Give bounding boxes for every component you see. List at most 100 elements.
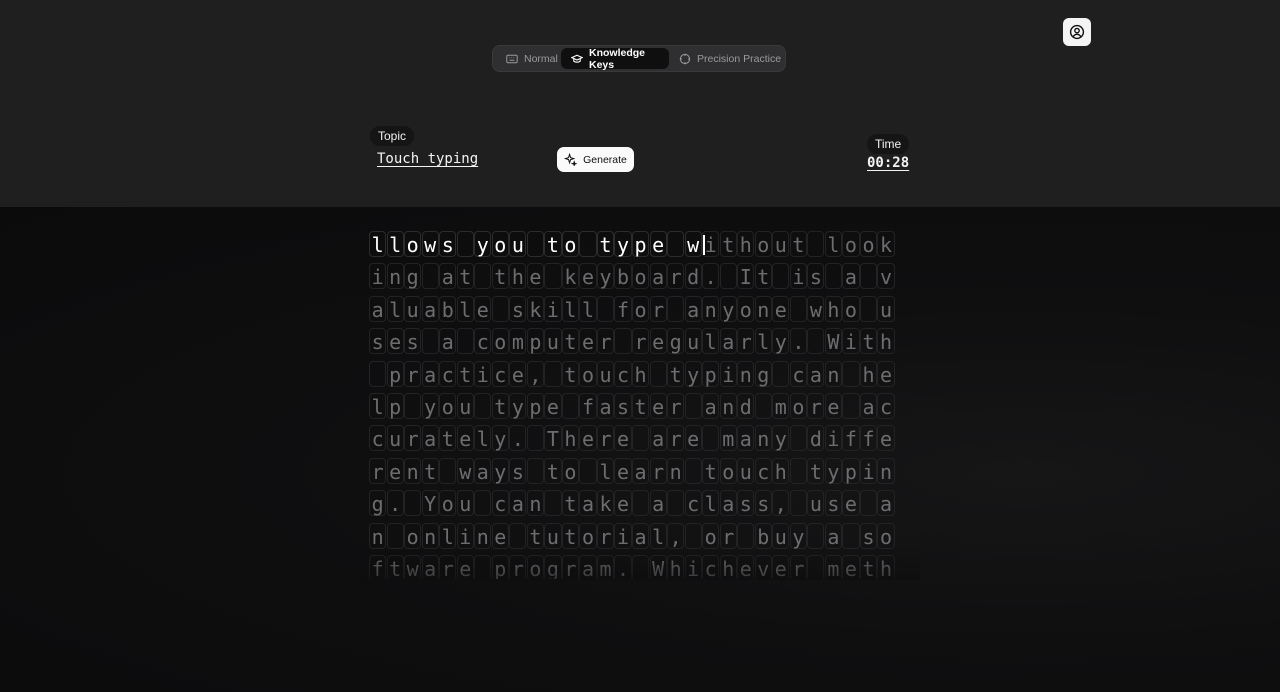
user-circle-icon xyxy=(1069,24,1085,40)
typing-char xyxy=(789,490,807,517)
typing-char: h xyxy=(719,554,737,579)
mode-precision-practice-label: Precision Practice xyxy=(697,52,782,65)
typing-char: i xyxy=(859,457,878,484)
typing-char: i xyxy=(719,360,737,387)
typing-char: p xyxy=(526,328,544,355)
typing-char: n xyxy=(386,263,404,290)
typing-char xyxy=(421,328,439,355)
typing-char: u xyxy=(684,328,702,355)
typing-char: . xyxy=(789,328,807,355)
typing-char: i xyxy=(456,522,474,549)
typing-char: a xyxy=(439,263,457,290)
typing-char: w xyxy=(807,295,825,322)
typing-char: g xyxy=(544,554,562,579)
typing-char: n xyxy=(877,457,895,484)
typing-char: , xyxy=(772,490,790,517)
typing-char: r xyxy=(649,457,667,484)
mode-precision-practice-tab[interactable]: Precision Practice xyxy=(669,48,783,69)
typing-char: u xyxy=(544,328,562,355)
typing-char: r xyxy=(719,522,737,549)
typing-char xyxy=(544,263,562,290)
mode-normal-tab[interactable]: Normal xyxy=(496,48,562,69)
typing-char: t xyxy=(631,392,650,419)
typing-char: l xyxy=(369,392,387,419)
typing-text-area[interactable]: llows you to type without looking at the… xyxy=(369,231,899,579)
typing-char xyxy=(684,522,702,549)
typing-char: t xyxy=(561,360,580,387)
typing-char: o xyxy=(842,295,860,322)
mode-knowledge-keys-tab[interactable]: Knowledge Keys xyxy=(561,47,669,71)
mode-normal-label: Normal xyxy=(524,52,558,65)
typing-char: s xyxy=(737,490,755,517)
typing-char: n xyxy=(474,522,492,549)
typing-char xyxy=(772,263,790,290)
typing-char: l xyxy=(649,522,667,549)
typing-char: t xyxy=(859,328,878,355)
typing-char: c xyxy=(614,360,632,387)
typing-char: t xyxy=(456,263,474,290)
typing-char: n xyxy=(702,295,720,322)
generate-button[interactable]: Generate xyxy=(557,147,634,172)
typing-char xyxy=(474,554,492,579)
typing-char xyxy=(667,490,685,517)
typing-char xyxy=(649,360,667,387)
typing-char xyxy=(789,457,807,484)
typing-char: y xyxy=(491,425,509,452)
typing-char: a xyxy=(807,360,825,387)
typing-char: t xyxy=(491,263,509,290)
typing-char: i xyxy=(544,295,562,322)
typing-char: t xyxy=(596,231,615,257)
typing-char: o xyxy=(526,554,544,579)
typing-char: y xyxy=(474,231,492,257)
typing-char: e xyxy=(824,392,842,419)
typing-char: c xyxy=(702,554,720,579)
typing-char: e xyxy=(877,425,895,452)
profile-button[interactable] xyxy=(1063,18,1091,46)
typing-char: l xyxy=(754,328,772,355)
typing-char: d xyxy=(807,425,825,452)
typing-char: y xyxy=(684,360,702,387)
typing-char: i xyxy=(789,263,807,290)
typing-char: v xyxy=(877,263,895,290)
typing-char: e xyxy=(772,295,790,322)
typing-char xyxy=(526,231,544,257)
typing-char xyxy=(544,360,562,387)
typing-char: n xyxy=(526,490,544,517)
typing-char: e xyxy=(614,490,632,517)
typing-char: o xyxy=(439,392,457,419)
typing-char: r xyxy=(404,425,422,452)
typing-char xyxy=(842,522,860,549)
typing-char: i xyxy=(614,522,632,549)
typing-char: u xyxy=(737,457,755,484)
typing-char xyxy=(474,490,492,517)
typing-char: o xyxy=(579,522,597,549)
typing-char: n xyxy=(824,360,842,387)
typing-char: m xyxy=(772,392,790,419)
typing-char: m xyxy=(509,328,527,355)
typing-char: u xyxy=(456,490,474,517)
typing-char: o xyxy=(491,328,509,355)
typing-char: y xyxy=(719,295,737,322)
typing-char: n xyxy=(667,457,685,484)
typing-char: e xyxy=(544,392,562,419)
typing-char: s xyxy=(369,328,387,355)
typing-char xyxy=(421,263,439,290)
typing-char: c xyxy=(439,360,457,387)
typing-char: e xyxy=(456,425,474,452)
typing-char: o xyxy=(737,295,755,322)
typing-char: s xyxy=(824,490,842,517)
typing-char: h xyxy=(772,457,790,484)
typing-char: r xyxy=(439,554,457,579)
typing-char: r xyxy=(596,328,615,355)
topic-value[interactable]: Touch typing xyxy=(377,151,478,167)
typing-char: f xyxy=(842,425,860,452)
typing-char: y xyxy=(596,263,615,290)
typing-char: u xyxy=(386,425,404,452)
typing-char: e xyxy=(491,522,509,549)
typing-line: n online tutorial, or buy a so xyxy=(369,522,899,555)
typing-char: e xyxy=(509,360,527,387)
typing-char: p xyxy=(842,457,860,484)
typing-char: e xyxy=(614,457,632,484)
typing-char: s xyxy=(509,295,527,322)
typing-char: e xyxy=(649,392,667,419)
